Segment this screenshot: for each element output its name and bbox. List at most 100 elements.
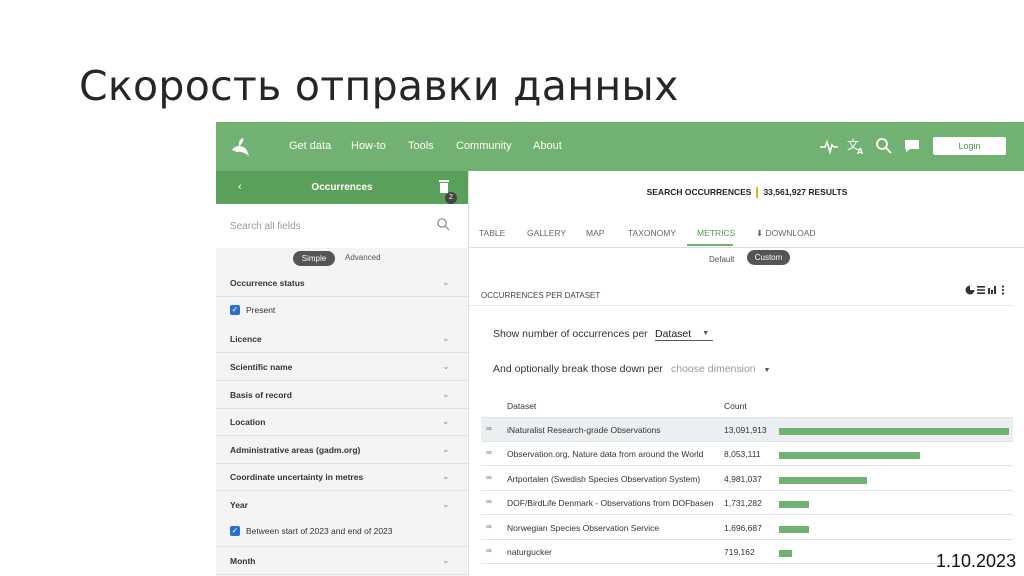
filter-scientific-name[interactable]: Scientific name ⌄ [216, 353, 468, 381]
filter-basis-of-record[interactable]: Basis of record ⌄ [216, 381, 468, 409]
checkbox-present[interactable]: ✓ Present [230, 304, 460, 318]
checkbox-checked-icon[interactable]: ✓ [230, 305, 240, 315]
breakdown-question: And optionally break those down per [493, 363, 663, 375]
dimension-select[interactable]: Dataset ▼ [655, 328, 714, 341]
summary-count: 33,561,927 RESULTS [763, 187, 848, 197]
search-placeholder: Search all fields [230, 221, 301, 232]
breakdown-select-value: choose dimension [671, 363, 756, 375]
dataset-name[interactable]: naturgucker [507, 547, 552, 557]
summary-separator [756, 187, 759, 199]
dropdown-arrow-icon: ▼ [763, 367, 771, 374]
column-header-dataset[interactable]: Dataset [507, 401, 536, 411]
filter-label: Administrative areas (gadm.org) [230, 445, 361, 455]
gbif-logo-icon[interactable] [229, 136, 251, 158]
nav-about[interactable]: About [533, 140, 562, 152]
chevron-down-icon: ⌄ [442, 277, 450, 287]
nav-how-to[interactable]: How-to [351, 140, 386, 152]
dimension-question: Show number of occurrences per [493, 328, 648, 340]
table-row[interactable]: ∞ Observation.org, Nature data from aroun… [481, 442, 1013, 467]
trash-icon[interactable] [438, 179, 450, 193]
breakdown-select[interactable]: choose dimension ▼ [671, 363, 771, 375]
summary-label: SEARCH OCCURRENCES [646, 187, 752, 197]
dataset-name[interactable]: DOF/BirdLife Denmark - Observations from… [507, 498, 713, 508]
chevron-down-icon: ⌄ [442, 416, 450, 426]
table-row[interactable]: ∞ Norwegian Species Observation Service 1,… [481, 516, 1013, 540]
tab-gallery[interactable]: GALLERY [527, 228, 566, 238]
table-row[interactable]: ∞ iNaturalist Research-grade Observations… [481, 418, 1013, 442]
main-content: SEARCH OCCURRENCES 33,561,927 RESULTS TAB… [468, 171, 1024, 576]
dataset-name[interactable]: Artportalen (Swedish Species Observation… [507, 474, 700, 484]
checkbox-checked-icon[interactable]: ✓ [230, 526, 240, 536]
dataset-name[interactable]: Norwegian Species Observation Service [507, 523, 659, 533]
filter-admin-areas[interactable]: Administrative areas (gadm.org) ⌄ [216, 436, 468, 464]
filter-label: Coordinate uncertainty in metres [230, 472, 364, 482]
bar-chart-icon[interactable] [988, 286, 996, 294]
sidebar-title: Occurrences [311, 182, 373, 193]
nav-community[interactable]: Community [456, 140, 512, 152]
search-icon[interactable] [874, 136, 894, 156]
link-icon[interactable]: ∞ [486, 448, 492, 457]
nav-get-data[interactable]: Get data [289, 140, 331, 152]
filter-label: Basis of record [230, 390, 292, 400]
simple-mode-toggle[interactable]: Simple [293, 251, 335, 266]
dataset-name[interactable]: iNaturalist Research-grade Observations [507, 425, 661, 435]
dataset-count: 13,091,913 [724, 425, 767, 435]
view-tabs: TABLE GALLERY MAP TAXONOMY METRICS ⬇ DOW… [469, 223, 1024, 248]
chevron-down-icon: ⌄ [442, 333, 450, 343]
filter-month[interactable]: Month ⌄ [216, 546, 468, 575]
divider [481, 563, 1013, 564]
default-view-toggle[interactable]: Default [709, 255, 734, 264]
top-nav: Get data How-to Tools Community About 文 … [216, 122, 1024, 171]
count-bar [779, 428, 1009, 435]
svg-text:A: A [857, 147, 864, 156]
search-field[interactable]: Search all fields [216, 204, 468, 248]
tab-map[interactable]: MAP [586, 228, 604, 238]
count-bar [779, 452, 920, 460]
pie-chart-icon[interactable] [965, 285, 975, 295]
table-row[interactable]: ∞ DOF/BirdLife Denmark - Observations fro… [481, 491, 1013, 516]
link-icon[interactable]: ∞ [486, 522, 492, 531]
advanced-mode-toggle[interactable]: Advanced [345, 253, 381, 262]
link-icon[interactable]: ∞ [486, 473, 492, 482]
tab-download[interactable]: ⬇ DOWNLOAD [756, 228, 816, 239]
count-bar [779, 550, 792, 557]
chat-icon[interactable] [902, 136, 922, 156]
nav-tools[interactable]: Tools [408, 140, 434, 152]
more-menu-icon[interactable] [1001, 285, 1005, 295]
link-icon[interactable]: ∞ [486, 497, 492, 506]
dimension-select-value: Dataset [655, 328, 692, 340]
filter-coordinate-uncertainty[interactable]: Coordinate uncertainty in metres ⌄ [216, 463, 468, 491]
tab-table[interactable]: TABLE [479, 228, 505, 238]
tab-taxonomy[interactable]: TAXONOMY [628, 228, 676, 238]
divider [469, 305, 1013, 306]
active-tab-indicator [687, 244, 733, 246]
column-header-count[interactable]: Count [724, 401, 747, 411]
list-icon[interactable] [977, 286, 985, 294]
chevron-down-icon: ⌄ [442, 444, 450, 454]
checkbox-year-range[interactable]: ✓ Between start of 2023 and end of 2023 [230, 525, 460, 539]
filter-label: Licence [230, 334, 262, 344]
filter-count-badge: 2 [445, 192, 457, 204]
translate-icon[interactable]: 文 A [846, 136, 866, 156]
activity-icon[interactable] [819, 136, 839, 156]
login-button[interactable]: Login [933, 137, 1006, 155]
link-icon[interactable]: ∞ [486, 424, 492, 433]
slide-date: 1.10.2023 [936, 551, 1017, 571]
dataset-count: 719,162 [724, 547, 755, 557]
search-icon[interactable] [436, 217, 450, 231]
filter-occurrence-status[interactable]: Occurrence status ⌄ [216, 269, 468, 297]
chevron-down-icon: ⌄ [442, 471, 450, 481]
filter-year[interactable]: Year ⌄ [216, 491, 468, 518]
filter-label: Occurrence status [230, 278, 305, 288]
table-row[interactable]: ∞ naturgucker 719,162 [481, 540, 1013, 564]
tab-metrics[interactable]: METRICS [697, 228, 735, 238]
filter-location[interactable]: Location ⌄ [216, 408, 468, 436]
dataset-name[interactable]: Observation.org, Nature data from around… [507, 449, 703, 459]
filter-label: Location [230, 417, 266, 427]
table-row[interactable]: ∞ Artportalen (Swedish Species Observatio… [481, 467, 1013, 491]
custom-view-toggle[interactable]: Custom [747, 250, 790, 265]
link-icon[interactable]: ∞ [486, 546, 492, 555]
filter-licence[interactable]: Licence ⌄ [216, 325, 468, 353]
dropdown-arrow-icon: ▼ [702, 330, 710, 337]
filter-label: Year [230, 500, 248, 510]
